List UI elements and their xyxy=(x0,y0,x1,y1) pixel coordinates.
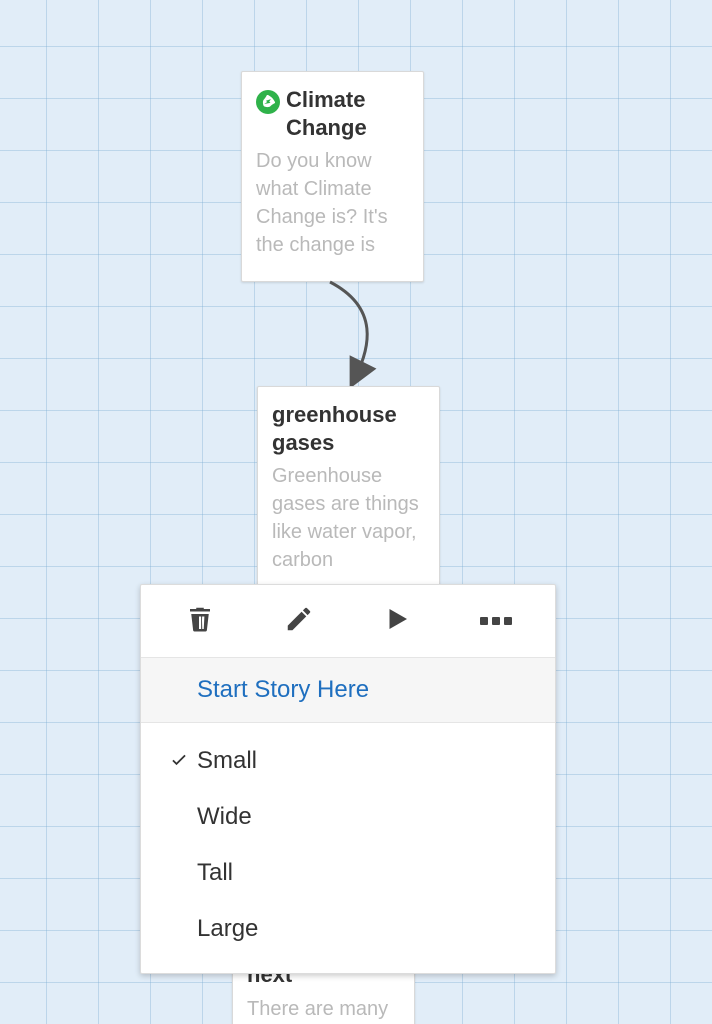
node-title-row: Climate Change xyxy=(256,86,409,141)
connection-arrow xyxy=(300,278,420,388)
story-node[interactable]: Climate Change Do you know what Climate … xyxy=(241,71,424,282)
ellipsis-icon xyxy=(480,617,512,625)
option-label: Start Story Here xyxy=(197,676,369,703)
node-title-row: greenhouse gases xyxy=(272,401,425,456)
node-excerpt: Greenhouse gases are things like water v… xyxy=(272,462,425,574)
trash-icon xyxy=(185,604,215,639)
option-label: Tall xyxy=(197,859,233,887)
context-toolbar xyxy=(141,585,555,658)
check-icon xyxy=(161,751,197,771)
node-excerpt: Do you know what Climate Change is? It's… xyxy=(256,147,409,259)
node-title: Climate Change xyxy=(286,86,409,141)
node-title: greenhouse gases xyxy=(272,401,425,456)
start-node-icon xyxy=(256,88,280,116)
size-option-small[interactable]: Small xyxy=(141,733,555,789)
option-label: Small xyxy=(197,747,257,775)
edit-button[interactable] xyxy=(279,601,319,641)
size-option-wide[interactable]: Wide xyxy=(141,789,555,845)
size-option-tall[interactable]: Tall xyxy=(141,845,555,901)
option-label: Large xyxy=(197,915,258,943)
node-context-menu: Start Story Here Small Wide Tall Large xyxy=(140,584,556,974)
play-icon xyxy=(382,604,412,639)
option-label: Wide xyxy=(197,803,252,831)
node-excerpt: There are many xyxy=(247,995,400,1023)
more-button[interactable] xyxy=(476,601,516,641)
delete-button[interactable] xyxy=(180,601,220,641)
start-story-here-option[interactable]: Start Story Here xyxy=(141,658,555,723)
story-node[interactable]: greenhouse gases Greenhouse gases are th… xyxy=(257,386,440,596)
size-option-large[interactable]: Large xyxy=(141,901,555,957)
story-canvas[interactable]: Climate Change Do you know what Climate … xyxy=(0,0,712,1024)
pencil-icon xyxy=(284,604,314,639)
size-options: Small Wide Tall Large xyxy=(141,723,555,973)
play-button[interactable] xyxy=(377,601,417,641)
